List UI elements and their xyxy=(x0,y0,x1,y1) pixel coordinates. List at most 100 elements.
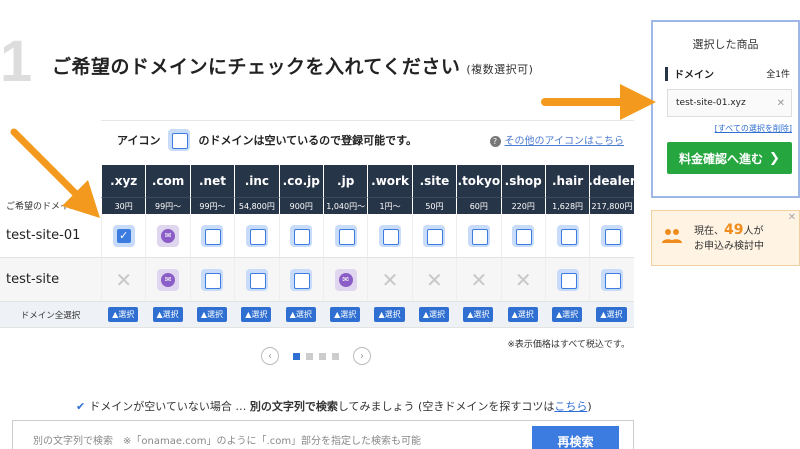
available-checkbox-icon[interactable] xyxy=(334,224,357,247)
proceed-button[interactable]: 料金確認へ進む ❯ xyxy=(667,142,792,174)
select-cell: ▲選択 xyxy=(589,302,633,327)
cart-section-header: ドメイン 全1件 xyxy=(665,66,790,81)
select-column-button[interactable]: ▲選択 xyxy=(241,307,272,322)
page-dot[interactable] xyxy=(319,352,326,360)
checked-checkbox-icon[interactable] xyxy=(112,224,135,247)
tips-link[interactable]: こちら xyxy=(554,400,587,413)
question-icon: ? xyxy=(489,136,501,147)
research-button[interactable]: 再検索 xyxy=(532,426,619,449)
domain-cell: ✕ xyxy=(500,258,545,301)
available-checkbox-icon[interactable] xyxy=(201,224,224,247)
tld-header: .jp xyxy=(322,165,368,197)
search-tip: ✔ ドメインが空いていない場合 … 別の文字列で検索してみましょう (空きドメイン… xyxy=(76,398,592,414)
domain-cell[interactable] xyxy=(234,258,278,301)
available-checkbox-icon[interactable] xyxy=(512,224,535,247)
select-column-button[interactable]: ▲選択 xyxy=(285,307,316,322)
available-checkbox-icon[interactable] xyxy=(467,224,490,247)
available-checkbox-icon[interactable] xyxy=(600,224,623,247)
select-all-row: ドメイン全選択 ▲選択 ▲選択 ▲選択 ▲選択 ▲選択 ▲選択 ▲選択 ▲選択 ▲選択 ▲選択 ▲選択… xyxy=(0,302,634,328)
mail-icon[interactable] xyxy=(157,224,180,247)
available-checkbox-icon[interactable] xyxy=(290,224,313,247)
unavailable-x-icon: ✕ xyxy=(514,267,532,292)
select-all-label: ドメイン全選択 xyxy=(20,310,81,321)
domain-cell[interactable] xyxy=(411,214,456,257)
domain-cell[interactable] xyxy=(456,214,500,257)
page-title-text: ご希望のドメインにチェックを入れてください xyxy=(52,56,461,78)
people-icon xyxy=(662,228,682,248)
select-column-button[interactable]: ▲選択 xyxy=(507,307,538,322)
domain-cell[interactable] xyxy=(500,214,545,257)
available-checkbox-icon[interactable] xyxy=(556,268,579,291)
domain-cell[interactable] xyxy=(189,214,234,257)
available-checkbox-icon[interactable] xyxy=(290,268,313,291)
available-checkbox-icon[interactable] xyxy=(379,224,402,247)
other-icons-link-text: その他のアイコンはこちら xyxy=(504,136,625,147)
page-dot[interactable] xyxy=(332,352,339,360)
price-cell: 220円 xyxy=(500,197,545,214)
live-count: 49 xyxy=(724,221,744,238)
select-cell: ▲選択 xyxy=(234,302,278,327)
available-checkbox-icon[interactable] xyxy=(600,268,623,291)
domain-cell: ✕ xyxy=(367,258,411,301)
domain-cell[interactable] xyxy=(367,214,411,257)
price-cell: 30円 xyxy=(101,197,146,214)
page-dot[interactable] xyxy=(293,352,300,360)
select-cell: ▲選択 xyxy=(412,302,456,327)
clear-all-link[interactable]: [すべての選択を削除] xyxy=(653,123,792,134)
domain-cell[interactable] xyxy=(145,258,189,301)
remove-item-icon[interactable]: ✕ xyxy=(777,98,785,109)
available-checkbox-icon[interactable] xyxy=(423,224,446,247)
tld-header: .xyz xyxy=(101,165,146,197)
select-column-button[interactable]: ▲選択 xyxy=(374,307,405,322)
domain-cell[interactable] xyxy=(101,214,145,257)
chevron-right-icon: ❯ xyxy=(769,150,780,166)
select-column-button[interactable]: ▲選択 xyxy=(330,307,361,322)
select-column-button[interactable]: ▲選択 xyxy=(463,307,494,322)
domain-cell[interactable] xyxy=(544,214,589,257)
prev-page-button[interactable]: ‹ xyxy=(261,347,279,365)
proceed-label: 料金確認へ進む xyxy=(679,151,764,166)
tax-note: ※表示価格はすべて税込です。 xyxy=(507,340,630,350)
domain-cell[interactable] xyxy=(544,258,589,301)
select-column-button[interactable]: ▲選択 xyxy=(552,307,583,322)
domain-cell[interactable] xyxy=(145,214,189,257)
select-column-button[interactable]: ▲選択 xyxy=(108,307,139,322)
close-icon[interactable]: ✕ xyxy=(788,212,796,223)
domain-cell[interactable] xyxy=(278,214,323,257)
page-title: ご希望のドメインにチェックを入れてください (複数選択可) xyxy=(52,52,533,79)
other-icons-link[interactable]: ? その他のアイコンはこちら xyxy=(489,132,625,147)
select-column-button[interactable]: ▲選択 xyxy=(196,307,228,322)
select-column-button[interactable]: ▲選択 xyxy=(418,307,449,322)
cart-count: 全1件 xyxy=(766,70,790,80)
domain-cell[interactable] xyxy=(234,214,278,257)
domain-name: test-site-01 xyxy=(6,228,81,243)
available-checkbox-icon[interactable] xyxy=(245,268,268,291)
domain-row: test-site ✕ ✕ ✕ ✕ ✕ xyxy=(0,258,634,302)
clear-all-text: [すべての選択を削除] xyxy=(714,124,792,133)
domain-cell[interactable] xyxy=(322,214,367,257)
domain-cell[interactable] xyxy=(589,214,633,257)
select-column-button[interactable]: ▲選択 xyxy=(596,307,627,322)
next-page-button[interactable]: › xyxy=(353,347,371,365)
price-cell: 99円〜 xyxy=(145,197,190,214)
price-cell: 1,040円〜 xyxy=(322,197,368,214)
domain-cell[interactable] xyxy=(322,258,367,301)
select-column-button[interactable]: ▲選択 xyxy=(152,307,183,322)
domain-cell[interactable] xyxy=(589,258,633,301)
mail-icon[interactable] xyxy=(157,268,180,291)
cart-section-label: ドメイン xyxy=(674,70,714,81)
tld-header: .dealer xyxy=(588,165,636,197)
available-checkbox-icon[interactable] xyxy=(245,224,268,247)
select-cell: ▲選択 xyxy=(545,302,589,327)
available-checkbox-icon[interactable] xyxy=(556,224,579,247)
mail-icon[interactable] xyxy=(334,268,357,291)
cart-item-name: test-site-01.xyz xyxy=(676,98,746,108)
domain-cell[interactable] xyxy=(189,258,234,301)
live-prefix: 現在、 xyxy=(694,225,724,237)
search-input[interactable]: 別の文字列で検索 ※「onamae.com」のように「.com」部分を指定した検… xyxy=(33,432,421,447)
tld-header: .com xyxy=(145,165,190,197)
available-checkbox-icon[interactable] xyxy=(201,268,224,291)
page-dot[interactable] xyxy=(306,352,313,360)
domain-cell[interactable] xyxy=(278,258,323,301)
domain-search-page: 1 ご希望のドメインにチェックを入れてください (複数選択可) アイコン のドメイ… xyxy=(0,0,800,449)
